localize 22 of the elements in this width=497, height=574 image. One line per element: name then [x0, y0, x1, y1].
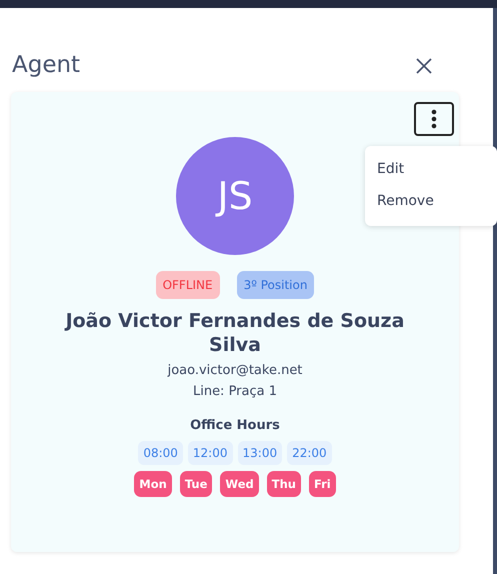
avatar: JS — [176, 137, 294, 255]
menu-item[interactable]: Remove — [365, 185, 497, 217]
more-icon — [431, 109, 437, 129]
time-tag: 13:00 — [238, 441, 282, 465]
day-tag: Thu — [266, 471, 301, 497]
time-tag: 22:00 — [287, 441, 332, 465]
menu-item[interactable]: Edit — [365, 153, 497, 185]
time-tag: 12:00 — [188, 441, 232, 465]
panel-title: Agent — [12, 52, 80, 78]
day-tag: Fri — [308, 471, 336, 497]
time-tag: 08:00 — [138, 441, 183, 465]
more-options-button[interactable] — [414, 102, 454, 136]
close-icon[interactable] — [415, 57, 433, 75]
status-badge: OFFLINE — [156, 271, 220, 299]
agent-line: Line: Praça 1 — [192, 384, 278, 399]
day-tag: Tue — [180, 471, 212, 497]
office-hours-title: Office Hours — [190, 418, 280, 433]
day-tag: Wed — [220, 471, 259, 497]
agent-email: joao.victor@take.net — [168, 363, 302, 378]
position-badge: 3º Position — [236, 271, 314, 299]
day-tag: Mon — [134, 471, 172, 497]
agent-name: João Victor Fernandes de Souza Silva — [64, 309, 406, 357]
